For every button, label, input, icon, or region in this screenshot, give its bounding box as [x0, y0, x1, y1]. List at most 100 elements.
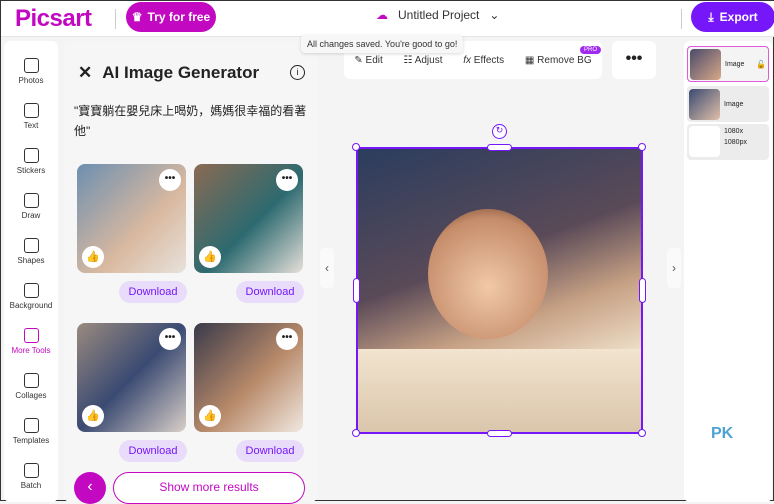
edit-icon: ✎	[354, 54, 366, 66]
rail-item-more-tools[interactable]: More Tools	[4, 319, 58, 364]
thumbs-up-icon[interactable]: 👍	[82, 246, 104, 268]
resize-handle[interactable]	[638, 143, 646, 151]
rail-item-batch[interactable]: Batch	[4, 454, 58, 499]
resize-handle[interactable]	[639, 278, 646, 303]
adjust-button[interactable]: ☷ Adjust	[404, 55, 443, 66]
more-tools-button[interactable]: •••	[612, 41, 656, 79]
rail-label: Photos	[18, 76, 44, 85]
rail-item-shapes[interactable]: Shapes	[4, 229, 58, 274]
layer-thumbnail	[689, 126, 720, 157]
edit-button[interactable]: ✎ Edit	[354, 55, 382, 66]
resize-handle[interactable]	[487, 144, 512, 151]
export-label: Export	[719, 10, 758, 24]
cloud-saved-icon: ☁	[376, 8, 388, 22]
download-icon: ⤓	[708, 9, 714, 24]
lock-icon[interactable]: 🔓	[756, 60, 766, 69]
blanket	[358, 349, 641, 432]
result-image-3[interactable]: ••• 👍	[77, 323, 186, 432]
more-options-icon[interactable]: •••	[159, 328, 181, 350]
effects-label: Effects	[473, 54, 505, 66]
result-image-4[interactable]: ••• 👍	[194, 323, 303, 432]
pro-badge: PRO	[580, 46, 602, 54]
divider	[681, 9, 682, 29]
resize-handle[interactable]	[352, 143, 360, 151]
more-options-icon[interactable]: •••	[276, 328, 298, 350]
rail-label: Templates	[12, 436, 50, 445]
collapse-panel-button[interactable]: ‹	[320, 248, 334, 288]
resize-handle[interactable]	[487, 430, 512, 437]
ai-image-generator-panel: ✕ AI Image Generator i "寶寶躺在嬰兒床上喝奶，媽媽很幸福的…	[64, 41, 317, 504]
result-image-1[interactable]: ••• 👍	[77, 164, 186, 273]
save-tooltip: All changes saved. You're good to go!	[301, 35, 464, 53]
panel-title: AI Image Generator	[102, 63, 260, 82]
star-icon	[23, 238, 39, 253]
more-options-icon[interactable]: •••	[276, 169, 298, 191]
rail-label: Collages	[15, 391, 47, 400]
thumbs-up-icon[interactable]: 👍	[199, 405, 221, 427]
download-button[interactable]: Download	[119, 440, 187, 462]
expand-layers-button[interactable]: ›	[667, 248, 681, 288]
stickers-icon	[23, 148, 39, 163]
adjust-icon: ☷	[403, 54, 415, 66]
edit-label: Edit	[365, 54, 383, 66]
rail-label: Draw	[21, 211, 41, 220]
remove-bg-icon: ▦	[524, 54, 538, 66]
divider	[115, 9, 116, 29]
thumbs-up-icon[interactable]: 👍	[82, 405, 104, 427]
rail-label: More Tools	[11, 346, 51, 355]
show-more-results-button[interactable]: Show more results	[113, 472, 305, 504]
rail-item-photos[interactable]: Photos	[4, 49, 58, 94]
tool-rail: Photos Text Stickers Draw Shapes Backgro…	[4, 41, 58, 502]
rail-item-text[interactable]: Text	[4, 94, 58, 139]
download-button[interactable]: Download	[236, 440, 304, 462]
close-icon[interactable]: ✕	[78, 63, 92, 83]
layer-label: Image	[724, 100, 744, 108]
rail-item-draw[interactable]: Draw	[4, 184, 58, 229]
layer-item[interactable]: 1080x 1080px	[687, 124, 769, 160]
export-button[interactable]: ⤓ Export	[691, 2, 774, 32]
layer-thumbnail	[689, 88, 720, 120]
back-button[interactable]: ‹	[74, 472, 106, 504]
rail-label: Text	[23, 121, 39, 130]
rail-label: Shapes	[17, 256, 45, 265]
project-title-dropdown[interactable]: ☁ Untitled Project ⌄	[376, 8, 499, 22]
baby-figure	[428, 209, 548, 339]
layer-label: Image	[725, 60, 745, 68]
layer-item[interactable]: Image	[687, 86, 769, 122]
info-icon[interactable]: i	[290, 65, 305, 80]
remove-bg-button[interactable]: ▦ Remove BG	[525, 55, 592, 66]
background-icon	[23, 283, 39, 298]
project-title: Untitled Project	[398, 8, 480, 22]
try-for-free-button[interactable]: ♛ Try for free	[126, 2, 216, 32]
photos-icon	[23, 58, 39, 73]
collages-icon	[23, 373, 39, 388]
result-image-2[interactable]: ••• 👍	[194, 164, 303, 273]
download-button[interactable]: Download	[119, 281, 187, 303]
chevron-down-icon: ⌄	[489, 8, 500, 22]
thumbs-up-icon[interactable]: 👍	[199, 246, 221, 268]
rail-item-background[interactable]: Background	[4, 274, 58, 319]
brush-icon	[23, 193, 39, 208]
rail-item-templates[interactable]: Templates	[4, 409, 58, 454]
more-options-icon[interactable]: •••	[159, 169, 181, 191]
rail-item-stickers[interactable]: Stickers	[4, 139, 58, 184]
batch-icon	[23, 463, 39, 478]
top-bar: Picsart ♛ Try for free ☁ Untitled Project ⌄…	[1, 1, 774, 37]
effects-button[interactable]: fx Effects	[463, 55, 504, 66]
canvas-image[interactable]	[356, 147, 643, 434]
resize-handle[interactable]	[638, 429, 646, 437]
text-icon	[23, 103, 39, 118]
prompt-text: "寶寶躺在嬰兒床上喝奶，媽媽很幸福的看著他"	[74, 104, 307, 138]
templates-icon	[23, 418, 39, 433]
rotate-handle-icon[interactable]: ↻	[492, 124, 507, 139]
try-label: Try for free	[147, 10, 211, 24]
adjust-label: Adjust	[414, 54, 443, 66]
resize-handle[interactable]	[353, 278, 360, 303]
download-button[interactable]: Download	[236, 281, 304, 303]
resize-handle[interactable]	[352, 429, 360, 437]
remove-bg-label: Remove BG	[537, 54, 592, 66]
rail-item-collages[interactable]: Collages	[4, 364, 58, 409]
layer-item[interactable]: Image 🔓	[687, 46, 769, 82]
more-tools-icon	[23, 328, 39, 343]
picsart-logo[interactable]: Picsart	[15, 5, 92, 33]
